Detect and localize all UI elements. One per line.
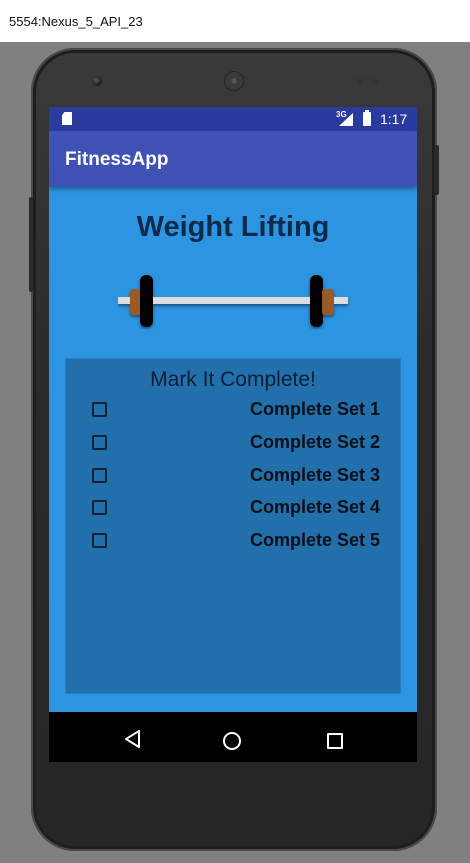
set-5-label[interactable]: Complete Set 5 xyxy=(250,530,380,551)
set-4-checkbox[interactable] xyxy=(92,500,107,515)
set-2-label[interactable]: Complete Set 2 xyxy=(250,432,380,453)
emulator-window-title: 5554:Nexus_5_API_23 xyxy=(9,14,143,29)
status-time: 1:17 xyxy=(380,111,408,127)
earpiece-speaker xyxy=(224,71,244,91)
checklist-item-set-2[interactable]: Complete Set 2 xyxy=(65,429,401,459)
power-button[interactable] xyxy=(434,145,439,195)
navigation-bar xyxy=(49,712,417,762)
checklist-item-set-4[interactable]: Complete Set 4 xyxy=(65,494,401,524)
set-5-checkbox[interactable] xyxy=(92,533,107,548)
set-1-checkbox[interactable] xyxy=(92,402,107,417)
battery-icon xyxy=(363,110,371,126)
light-sensor xyxy=(372,79,378,85)
checklist-item-set-5[interactable]: Complete Set 5 xyxy=(65,527,401,557)
set-2-checkbox[interactable] xyxy=(92,435,107,450)
app-title: FitnessApp xyxy=(65,149,169,170)
set-3-label[interactable]: Complete Set 3 xyxy=(250,465,380,486)
checklist-item-set-3[interactable]: Complete Set 3 xyxy=(65,462,401,492)
page-heading: Weight Lifting xyxy=(136,211,330,243)
checklist-panel: Mark It Complete! Complete Set 1 Complet… xyxy=(65,358,401,694)
emulator-title-bar: 5554:Nexus_5_API_23 xyxy=(0,0,470,42)
home-icon[interactable] xyxy=(223,732,241,750)
set-4-label[interactable]: Complete Set 4 xyxy=(250,497,380,518)
app-bar: FitnessApp xyxy=(49,131,417,187)
recents-icon[interactable] xyxy=(327,733,343,749)
back-icon[interactable] xyxy=(124,730,142,748)
set-3-checkbox[interactable] xyxy=(92,468,107,483)
status-bar: 3G 1:17 xyxy=(49,107,417,131)
checklist-item-set-1[interactable]: Complete Set 1 xyxy=(65,396,401,426)
network-type: 3G xyxy=(336,110,347,119)
volume-button[interactable] xyxy=(29,197,33,292)
front-camera xyxy=(92,76,102,86)
proximity-sensor xyxy=(357,79,363,85)
device-screen: 3G 1:17 FitnessApp Weight Lifting Mark I… xyxy=(49,107,417,762)
barbell-icon xyxy=(118,275,348,327)
set-1-label[interactable]: Complete Set 1 xyxy=(250,399,380,420)
sd-card-icon xyxy=(62,112,72,125)
checklist-title: Mark It Complete! xyxy=(150,368,316,391)
